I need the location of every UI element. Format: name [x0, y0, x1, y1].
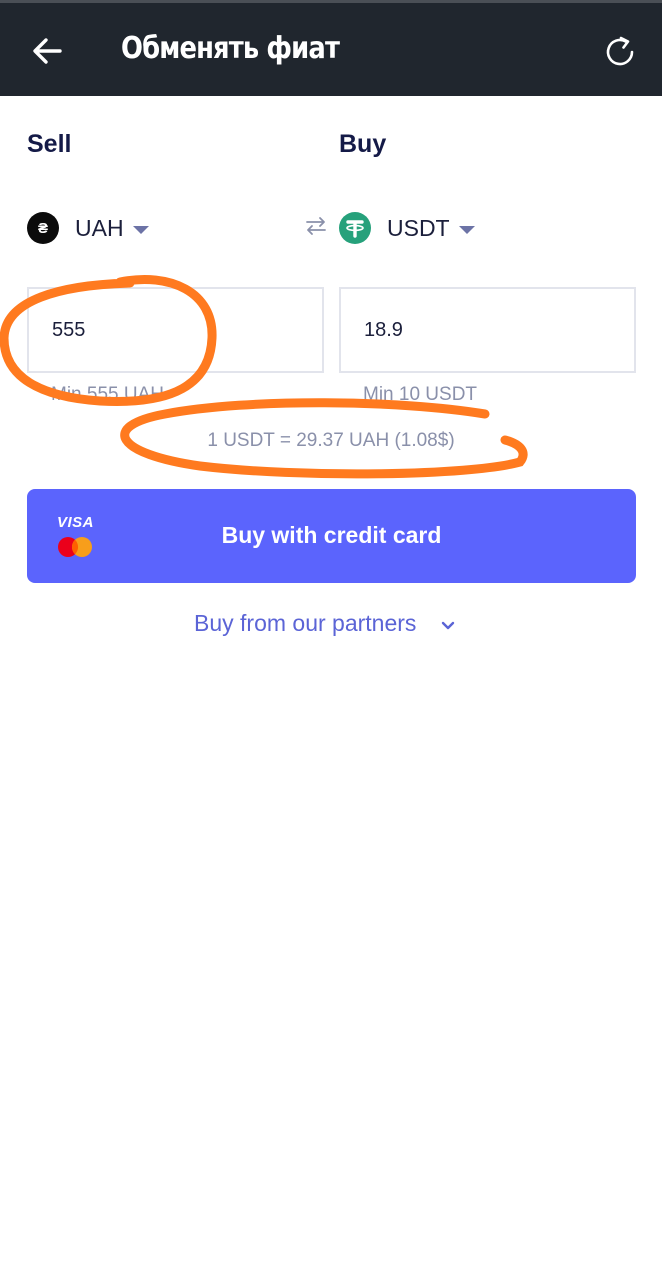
- chevron-down-icon: [442, 621, 455, 629]
- buy-with-credit-card-label: Buy with credit card: [221, 522, 442, 548]
- buy-minimum-text: Min 10 USDT: [363, 384, 478, 405]
- caret-down-icon: [458, 225, 475, 234]
- refresh-icon[interactable]: [601, 33, 639, 71]
- buy-with-credit-card-button[interactable]: VISA Buy with credit card: [27, 489, 636, 583]
- tether-icon: [339, 212, 371, 244]
- sell-minimum-text: Min 555 UAH: [51, 384, 164, 405]
- buy-from-partners-label: Buy from our partners: [194, 610, 417, 636]
- swap-arrows-icon[interactable]: [304, 214, 328, 238]
- buy-from-partners-toggle[interactable]: Buy from our partners: [194, 610, 456, 637]
- caret-down-icon: [132, 225, 149, 234]
- annotation-overlay: [0, 275, 528, 479]
- exchange-rate-text: 1 USDT = 29.37 UAH (1.08$): [207, 430, 455, 451]
- sell-currency-code: UAH: [75, 214, 124, 241]
- buy-amount-input[interactable]: [339, 287, 636, 373]
- buy-label: Buy: [339, 130, 387, 158]
- sell-currency-select[interactable]: ₴ UAH: [27, 208, 149, 248]
- page-title: Обменять фиат: [121, 31, 340, 66]
- buy-currency-select[interactable]: USDT: [339, 208, 475, 248]
- hryvnia-icon: ₴: [27, 212, 59, 244]
- arrow-left-icon[interactable]: [28, 31, 68, 71]
- top-app-bar: Обменять фиат: [0, 0, 662, 96]
- sell-amount-input[interactable]: [27, 287, 324, 373]
- buy-currency-code: USDT: [387, 214, 450, 241]
- sell-label: Sell: [27, 130, 72, 158]
